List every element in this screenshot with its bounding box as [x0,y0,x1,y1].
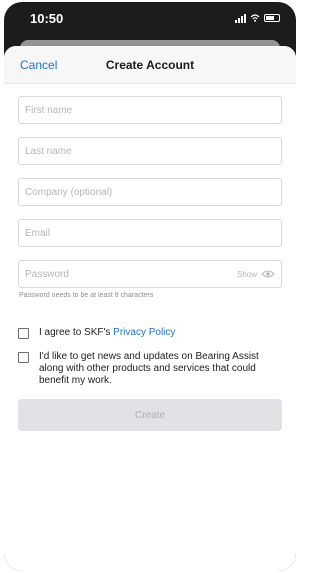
newsletter-consent-row: I'd like to get news and updates on Bear… [18,351,282,387]
first-name-input[interactable] [25,104,275,116]
status-icons [235,13,280,23]
privacy-checkbox[interactable] [18,328,29,339]
cancel-button[interactable]: Cancel [20,58,57,72]
privacy-consent-text: I agree to SKF's Privacy Policy [39,327,175,339]
last-name-input[interactable] [25,145,275,157]
phone-frame: 10:50 Cancel Create Account First name L… [4,2,296,571]
status-time: 10:50 [30,10,64,26]
show-password-toggle[interactable]: Show [237,261,275,287]
wifi-icon [250,14,260,22]
newsletter-consent-label: I'd like to get news and updates on Bear… [39,351,259,386]
newsletter-checkbox[interactable] [18,352,29,363]
email-field-box [18,219,282,247]
status-bar: 10:50 [4,2,296,34]
create-account-sheet: Cancel Create Account Show [4,46,296,571]
eye-icon [261,270,275,278]
company-field-box [18,178,282,206]
password-hint: Password needs to be at least 8 characte… [19,292,154,299]
email-input[interactable] [25,227,275,239]
privacy-consent-label: I agree to SKF's [39,327,114,338]
cellular-signal-icon [235,13,246,23]
privacy-policy-link[interactable]: Privacy Policy [113,327,175,338]
privacy-consent-row: I agree to SKF's Privacy Policy [18,327,282,339]
show-password-label: Show [236,269,257,279]
create-button[interactable]: Create [18,399,282,431]
last-name-field-box [18,137,282,165]
account-form: Show Password needs to be at least 8 cha… [4,84,296,431]
company-input[interactable] [25,186,275,198]
nav-bar: Cancel Create Account [4,46,296,84]
battery-icon [264,14,280,22]
password-field-box: Show [18,260,282,288]
first-name-field-box [18,96,282,124]
